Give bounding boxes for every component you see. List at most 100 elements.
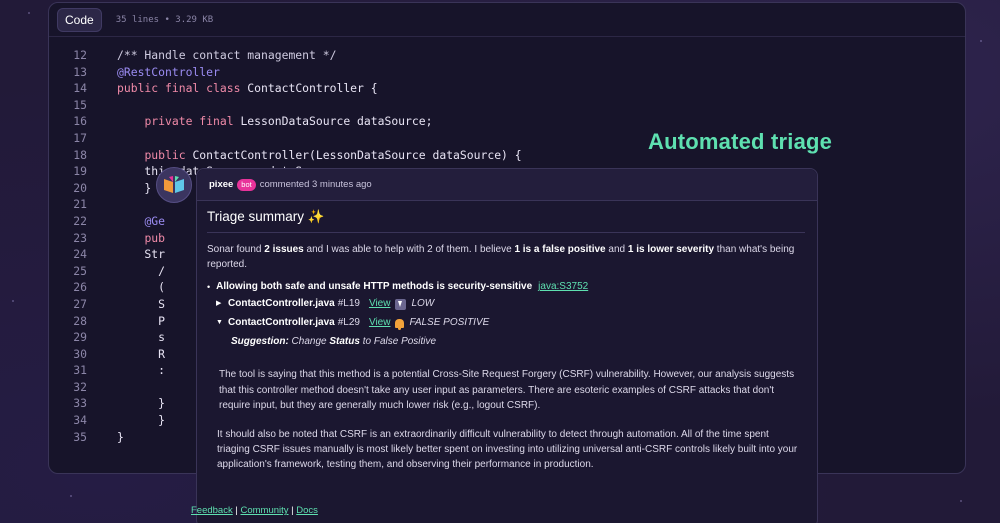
line-content: R (87, 346, 165, 363)
code-tab[interactable]: Code (57, 7, 102, 32)
finding-status: LOW (411, 298, 435, 310)
suggestion: Suggestion: Change Status to False Posit… (231, 336, 805, 347)
line-content (87, 97, 117, 114)
finding-line: #L29 (337, 317, 360, 329)
line-number: 17 (73, 130, 87, 145)
code-header: Code 35 lines • 3.29 KB (49, 3, 965, 37)
line-number: 14 (73, 81, 87, 96)
finding-file: ContactController.java (228, 298, 335, 310)
collapse-arrow-icon[interactable]: ▼ (216, 316, 223, 330)
summary-intro: Sonar found 2 issues and I was able to h… (207, 242, 805, 272)
rule-link[interactable]: java:S3752 (538, 281, 588, 292)
star-dot (980, 40, 982, 42)
pixee-logo-icon (164, 176, 184, 193)
finding-row[interactable]: ▼ ContactController.java #L29 View FALSE… (216, 316, 805, 330)
csrf-note-paragraph: It should also be noted that CSRF is an … (217, 429, 798, 471)
line-content: @Ge (87, 213, 165, 230)
code-token: /** Handle contact management */ (117, 48, 337, 62)
line-content: private final LessonDataSource dataSourc… (87, 113, 432, 130)
bot-badge: bot (237, 178, 256, 191)
star-dot (960, 500, 962, 502)
line-number: 34 (73, 413, 87, 428)
expand-arrow-icon[interactable]: ▶ (216, 297, 223, 311)
code-token: / (117, 263, 166, 278)
line-content: /** Handle contact management */ (87, 47, 336, 64)
community-link[interactable]: Community (240, 505, 288, 516)
comment-author[interactable]: pixee (209, 179, 233, 190)
line-number: 25 (73, 263, 87, 278)
line-number: 23 (73, 230, 87, 245)
line-content (87, 379, 117, 396)
line-content (87, 130, 117, 147)
code-token: private final (144, 114, 234, 129)
code-token: pub (144, 230, 166, 245)
line-content: S (87, 296, 165, 313)
down-arrow-icon (395, 298, 407, 310)
bell-icon (395, 318, 405, 330)
line-number: 35 (73, 429, 87, 444)
line-number: 28 (73, 313, 87, 328)
code-token: Str (117, 247, 166, 262)
line-number: 30 (73, 346, 87, 361)
intro-text: Sonar found (207, 244, 265, 255)
line-content: } (87, 180, 151, 197)
code-token: } (117, 180, 152, 195)
star-dot (12, 300, 14, 302)
star-dot (70, 495, 72, 497)
line-content: } (87, 429, 124, 446)
line-number: 33 (73, 396, 87, 411)
comment-header: pixee bot commented 3 minutes ago (197, 169, 817, 201)
comment-timestamp: commented 3 minutes ago (259, 179, 372, 190)
issue-count: 2 issues (264, 244, 304, 255)
line-number: 13 (73, 64, 87, 79)
view-link[interactable]: View (369, 297, 391, 311)
code-line: 15 (49, 97, 965, 114)
finding-row[interactable]: ▶ ContactController.java #L19 View LOW (216, 297, 805, 311)
lower-severity-count: 1 is lower severity (627, 244, 715, 255)
code-token: } (117, 429, 124, 444)
line-content: @RestController (87, 64, 220, 81)
code-line: 12 /** Handle contact management */ (49, 47, 965, 64)
feedback-link[interactable]: Feedback (191, 505, 233, 516)
code-token: : (117, 363, 166, 378)
intro-text: and I was able to help with 2 of them. I… (303, 244, 515, 255)
code-token: ContactController { (240, 81, 378, 96)
code-token: S (117, 296, 166, 311)
line-number: 26 (73, 280, 87, 295)
code-token: @RestController (117, 64, 220, 79)
line-content: } (87, 395, 165, 412)
pixee-avatar[interactable] (156, 167, 192, 203)
separator: | (235, 505, 238, 516)
code-token: s (117, 330, 166, 345)
code-token: R (117, 346, 166, 361)
intro-text: and (605, 244, 628, 255)
code-line: 16 private final LessonDataSource dataSo… (49, 113, 965, 130)
code-token: @Ge (144, 213, 166, 228)
line-content: : (87, 362, 165, 379)
line-number: 29 (73, 330, 87, 345)
suggestion-text: to False Positive (359, 336, 437, 348)
line-number: 31 (73, 363, 87, 378)
false-positive-count: 1 is a false positive (514, 244, 606, 255)
line-content: pub (87, 230, 165, 247)
line-content: public ContactController(LessonDataSourc… (87, 147, 522, 164)
line-content: public final class ContactController { (87, 80, 378, 97)
code-token: ( (117, 280, 166, 295)
explanation-paragraph: The tool is saying that this method is a… (219, 369, 795, 411)
line-number: 18 (73, 147, 87, 162)
code-token: public final class (117, 81, 241, 96)
heading-text: Triage summary (207, 209, 305, 224)
line-number: 22 (73, 213, 87, 228)
view-link[interactable]: View (369, 316, 391, 330)
automated-triage-title: Automated triage (648, 129, 833, 154)
code-token: ContactController(LessonDataSource dataS… (185, 147, 522, 162)
line-content: / (87, 263, 165, 280)
star-dot (28, 12, 30, 14)
issue-item: • Allowing both safe and unsafe HTTP met… (207, 281, 805, 292)
finding-status: FALSE POSITIVE (409, 317, 490, 329)
issue-title: Allowing both safe and unsafe HTTP metho… (216, 281, 533, 293)
line-content (87, 196, 117, 213)
docs-link[interactable]: Docs (296, 505, 318, 516)
sparkles-icon: ✨ (307, 209, 325, 224)
